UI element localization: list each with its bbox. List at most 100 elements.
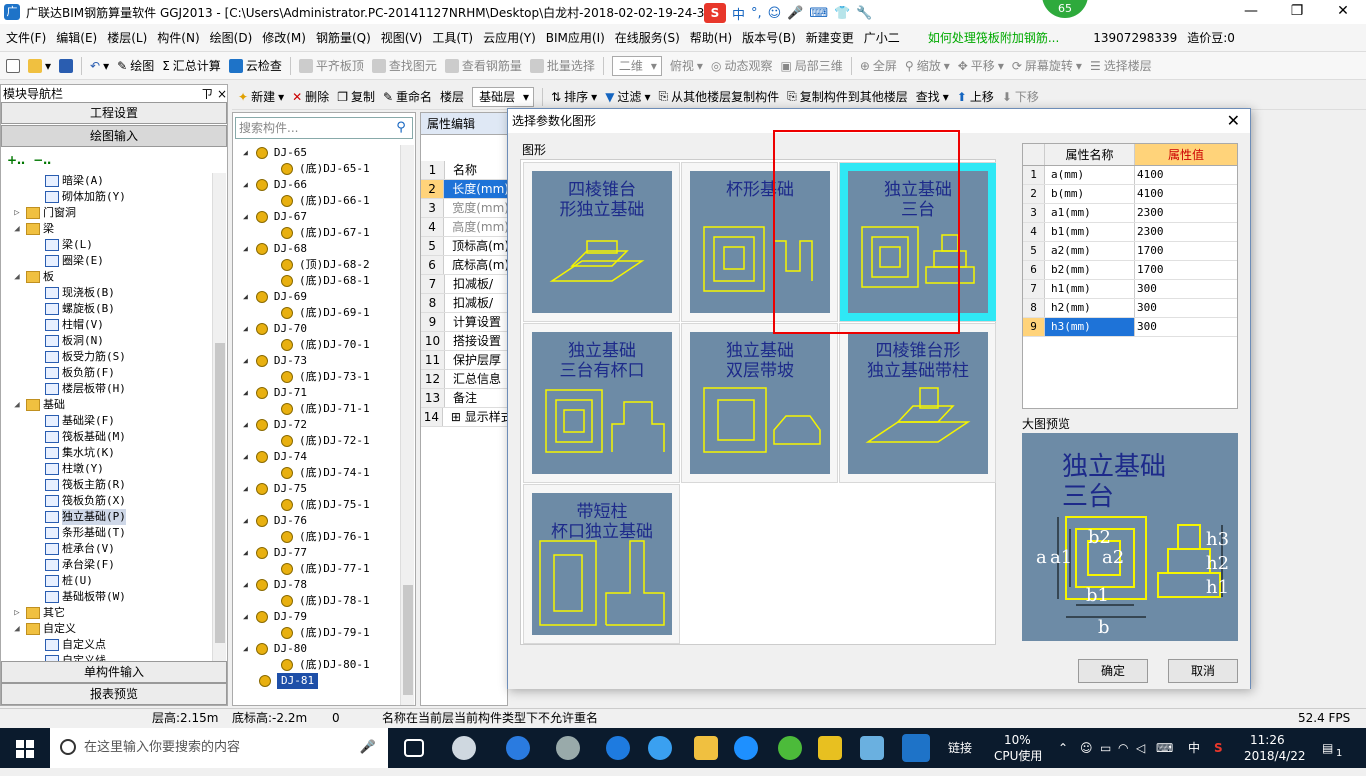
parameter-row[interactable]: 2 b(mm) 4100 (1023, 185, 1237, 204)
ime-punct-icon[interactable]: °, (751, 6, 762, 21)
property-row[interactable]: 8 扣减板/ (421, 294, 507, 313)
nav-tree-item[interactable]: 筏板负筋(X) (1, 493, 209, 509)
menu-floor[interactable]: 楼层(L) (107, 29, 147, 46)
dialog-close-icon[interactable]: ✕ (1227, 109, 1240, 133)
nav-tree-item[interactable]: 螺旋板(B) (1, 301, 209, 317)
menu-rebar[interactable]: 钢筋量(Q) (316, 29, 371, 46)
tab-property-edit[interactable]: 属性编辑 (421, 113, 507, 135)
ime-toolbar[interactable]: S 中 °, ☺ 🎤 ⌨ 👕 🔧 (704, 2, 873, 24)
parameter-row[interactable]: 5 a2(mm) 1700 (1023, 242, 1237, 261)
component-list-item[interactable]: ◢ DJ-78 (233, 577, 399, 593)
menu-modify[interactable]: 修改(M) (262, 29, 306, 46)
ime-tools-icon[interactable]: 🔧 (856, 6, 872, 21)
menu-component[interactable]: 构件(N) (157, 29, 199, 46)
collapse-arrow-icon[interactable]: ◢ (243, 145, 248, 161)
nav-tree-scrollbar[interactable] (212, 173, 226, 661)
component-list-item[interactable]: (底)DJ-66-1 (233, 193, 399, 209)
collapse-arrow-icon[interactable]: ◢ (243, 321, 248, 337)
notification-icon[interactable]: ▤ (1322, 728, 1333, 768)
new-component-button[interactable]: ✦ 新建 ▾ (238, 88, 284, 105)
browser-g-icon[interactable] (734, 736, 758, 760)
nav-tree-item[interactable]: 条形基础(T) (1, 525, 209, 541)
component-list-item[interactable]: (底)DJ-78-1 (233, 593, 399, 609)
component-list-item[interactable]: ◢ DJ-79 (233, 609, 399, 625)
parameter-row[interactable]: 4 b1(mm) 2300 (1023, 223, 1237, 242)
component-list-item[interactable]: ◢ DJ-68 (233, 241, 399, 257)
menu-help-link[interactable]: 如何处理筏板附加钢筋... (928, 29, 1059, 46)
component-list-item[interactable]: ◢ DJ-67 (233, 209, 399, 225)
menu-edit[interactable]: 编辑(E) (56, 29, 97, 46)
clipboard-app-icon[interactable] (860, 736, 884, 760)
scrollbar-thumb[interactable] (403, 585, 413, 695)
menu-account[interactable]: 13907298339 (1093, 31, 1177, 45)
parameter-row[interactable]: 7 h1(mm) 300 (1023, 280, 1237, 299)
component-list-item[interactable]: (底)DJ-77-1 (233, 561, 399, 577)
property-row[interactable]: 3 宽度(mm) (421, 199, 507, 218)
nav-tree-item[interactable]: 自定义线 (1, 653, 209, 661)
nav-tree-item[interactable]: 暗梁(A) (1, 173, 209, 189)
move-up-button[interactable]: ⬆ 上移 (957, 88, 994, 105)
collapse-arrow-icon[interactable]: ◢ (243, 385, 248, 401)
undo-button[interactable]: ↶ ▾ (90, 59, 109, 73)
tray-battery-icon[interactable]: ▭ (1100, 728, 1111, 768)
nav-tree-item[interactable]: 砌体加筋(Y) (1, 189, 209, 205)
ok-button[interactable]: 确定 (1078, 659, 1148, 683)
ime-chinese-mode[interactable]: 中 (732, 4, 745, 23)
component-list-item[interactable]: ◢ DJ-77 (233, 545, 399, 561)
component-list-item[interactable]: ◢ DJ-65 (233, 145, 399, 161)
collapse-all-icon[interactable]: −‥ (33, 153, 51, 167)
single-component-input-button[interactable]: 单构件输入 (1, 661, 227, 683)
property-row[interactable]: 11 保护层厚 (421, 351, 507, 370)
property-row[interactable]: 5 顶标高(m) (421, 237, 507, 256)
menu-file[interactable]: 文件(F) (6, 29, 46, 46)
nav-tree-item[interactable]: 桩(U) (1, 573, 209, 589)
component-list-item[interactable]: (底)DJ-71-1 (233, 401, 399, 417)
property-row[interactable]: 10 搭接设置 (421, 332, 507, 351)
edge-icon[interactable] (606, 736, 630, 760)
parameter-value-input[interactable]: 300 (1135, 299, 1237, 317)
microphone-icon[interactable]: 🎤 (360, 728, 376, 768)
component-list-item[interactable]: (顶)DJ-68-2 (233, 257, 399, 273)
cancel-button[interactable]: 取消 (1168, 659, 1238, 683)
glodon-app-icon[interactable] (902, 734, 930, 762)
tray-chevron-icon[interactable]: ⌃ (1058, 728, 1068, 768)
component-list-item[interactable]: (底)DJ-65-1 (233, 161, 399, 177)
filter-button[interactable]: ▼ 过滤 ▾ (605, 88, 650, 105)
nav-tree-item[interactable]: ◢ 基础 (1, 397, 209, 413)
parameter-row[interactable]: 1 a(mm) 4100 (1023, 166, 1237, 185)
dynamic-view-button[interactable]: ◎ 动态观察 (711, 57, 773, 74)
tree-expander-icon[interactable]: ◢ (11, 397, 23, 413)
parameter-value-input[interactable]: 300 (1135, 318, 1237, 336)
property-row[interactable]: 12 汇总信息 (421, 370, 507, 389)
search-input[interactable]: 搜索构件... ⚲ (235, 117, 413, 139)
nav-tree-item[interactable]: 板负筋(F) (1, 365, 209, 381)
component-list-item[interactable]: (底)DJ-74-1 (233, 465, 399, 481)
ime-skin-icon[interactable]: 👕 (834, 6, 850, 21)
save-button[interactable] (59, 58, 74, 73)
nav-tree-item[interactable]: 筏板基础(M) (1, 429, 209, 445)
nav-tree-item[interactable]: ▷ 其它 (1, 605, 209, 621)
menu-draw[interactable]: 绘图(D) (210, 29, 253, 46)
parameter-value-input[interactable]: 2300 (1135, 204, 1237, 222)
batch-select-button[interactable]: 批量选择 (529, 57, 595, 74)
collapse-arrow-icon[interactable]: ◢ (243, 289, 248, 305)
property-row[interactable]: 6 底标高(m) (421, 256, 507, 275)
ime-keyboard-icon[interactable]: ⌨ (809, 6, 828, 21)
component-list-item[interactable]: ◢ DJ-80 (233, 641, 399, 657)
nav-tree-item[interactable]: ◢ 板 (1, 269, 209, 285)
collapse-arrow-icon[interactable]: ◢ (243, 209, 248, 225)
tree-expander-icon[interactable]: ◢ (11, 621, 23, 637)
parameter-value-input[interactable]: 1700 (1135, 242, 1237, 260)
component-list-item[interactable]: (底)DJ-67-1 (233, 225, 399, 241)
collapse-arrow-icon[interactable]: ◢ (243, 513, 248, 529)
local-3d-button[interactable]: ▣ 局部三维 (780, 57, 842, 74)
tray-keyboard-icon[interactable]: ⌨ (1156, 728, 1173, 768)
nav-tree-item[interactable]: 自定义点 (1, 637, 209, 653)
nav-tree-item[interactable]: 柱帽(V) (1, 317, 209, 333)
shape-frustum-foundation[interactable]: 四棱锥台 形独立基础 (523, 162, 680, 322)
component-list-item[interactable]: (底)DJ-80-1 (233, 657, 399, 673)
shape-frustum-with-column[interactable]: 四棱锥台形 独立基础带柱 (839, 323, 996, 483)
windows-start-icon[interactable] (16, 740, 34, 758)
parameter-value-input[interactable]: 300 (1135, 280, 1237, 298)
nav-tree-item[interactable]: 板受力筋(S) (1, 349, 209, 365)
